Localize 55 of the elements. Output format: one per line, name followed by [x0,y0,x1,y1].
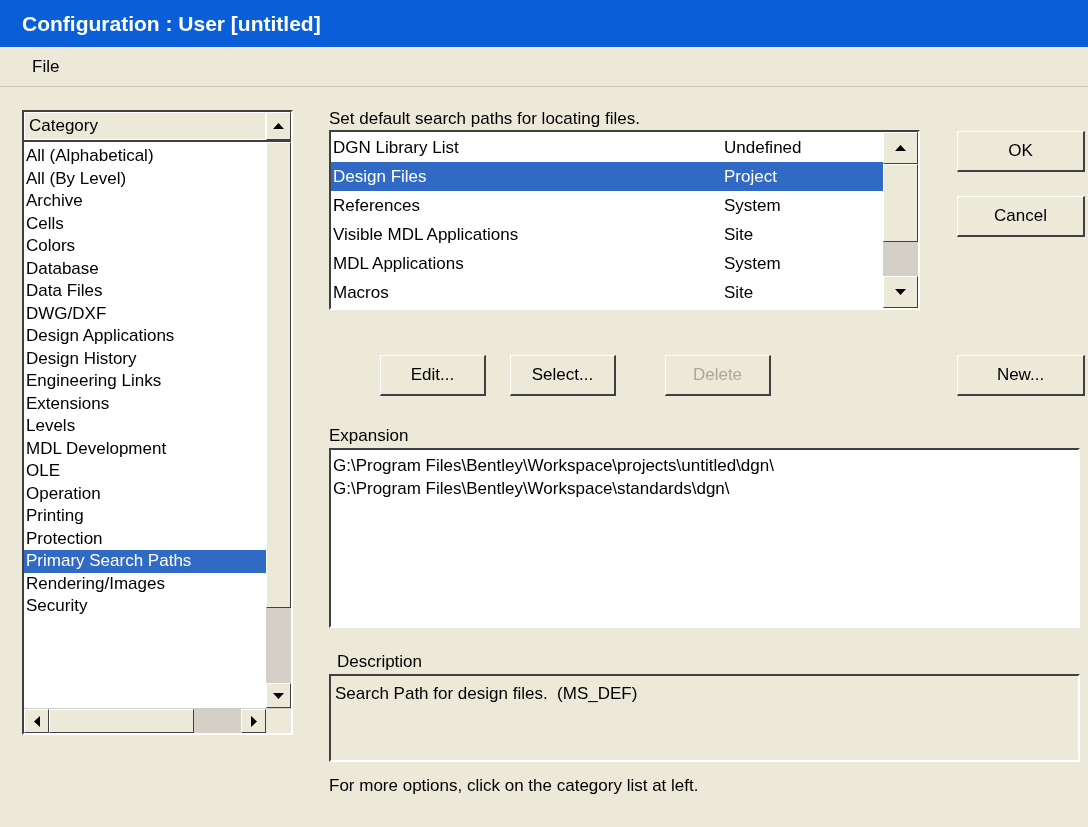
variable-row[interactable]: Macros Site [331,278,883,307]
category-item[interactable]: Colors [24,235,266,258]
variable-row[interactable]: Visible MDL Applications Site [331,220,883,249]
variable-row[interactable]: MDL Applications System [331,249,883,278]
scroll-up-button[interactable] [266,112,291,140]
window-title: Configuration : User [untitled] [22,11,321,36]
dialog-button[interactable]: Cancel [957,196,1085,237]
category-item[interactable]: Design Applications [24,325,266,348]
column-header[interactable]: Category [24,112,266,140]
expansion-label: Expansion [329,426,410,447]
category-item[interactable]: Design History [24,347,266,370]
category-item[interactable]: Archive [24,190,266,213]
category-item[interactable]: All (By Level) [24,167,266,190]
scroll-up-button[interactable] [883,132,918,164]
scroll-down-button[interactable] [266,683,291,708]
category-item[interactable]: DWG/DXF [24,302,266,325]
action-button[interactable]: Select... [510,355,616,396]
category-item[interactable]: Printing [24,505,266,528]
instruction-text: Set default search paths for locating files. [329,109,641,130]
down-arrow-icon [895,289,906,295]
down-arrow-icon [273,692,284,699]
category-item[interactable]: Data Files [24,280,266,303]
category-item[interactable]: OLE [24,460,266,483]
description-text: Search Path for design files. (MS_DEF) [335,684,638,703]
category-item[interactable]: Primary Search Paths [24,550,266,573]
new-button[interactable]: New... [957,355,1085,396]
action-button[interactable]: Edit... [380,355,486,396]
category-item[interactable]: Security [24,595,266,618]
category-item[interactable]: Protection [24,527,266,550]
up-arrow-icon [895,145,906,151]
menu-item[interactable]: File [32,56,60,77]
category-item[interactable]: Database [24,257,266,280]
variable-row[interactable]: DGN Library List Undefined [331,133,883,162]
dialog-button[interactable]: OK [957,131,1085,172]
description-label: Description [336,652,424,673]
category-item[interactable]: MDL Development [24,437,266,460]
category-item[interactable]: Levels [24,415,266,438]
scroll-track[interactable] [883,242,918,276]
scroll-down-button[interactable] [883,276,918,308]
left-arrow-icon [33,715,40,727]
path-line: G:\Program Files\Bentley\Workspace\standards\dgn\ [332,479,731,500]
path-line: G:\Program Files\Bentley\Workspace\projects\untitled\dgn\ [332,456,775,477]
category-item[interactable]: Cells [24,212,266,235]
category-item[interactable]: Operation [24,482,266,505]
category-item[interactable]: Extensions [24,392,266,415]
hint-text: For more options, click on the category list at left. [329,776,700,796]
right-arrow-icon [250,715,257,727]
variable-row[interactable]: References System [331,191,883,220]
scroll-left-button[interactable] [24,709,49,733]
category-item[interactable]: Engineering Links [24,370,266,393]
category-item[interactable]: Rendering/Images [24,572,266,595]
variable-row[interactable]: Design Files Project [331,162,883,191]
category-item[interactable]: All (Alphabetical) [24,145,266,168]
scroll-right-button[interactable] [241,709,266,733]
up-arrow-icon [273,123,284,129]
